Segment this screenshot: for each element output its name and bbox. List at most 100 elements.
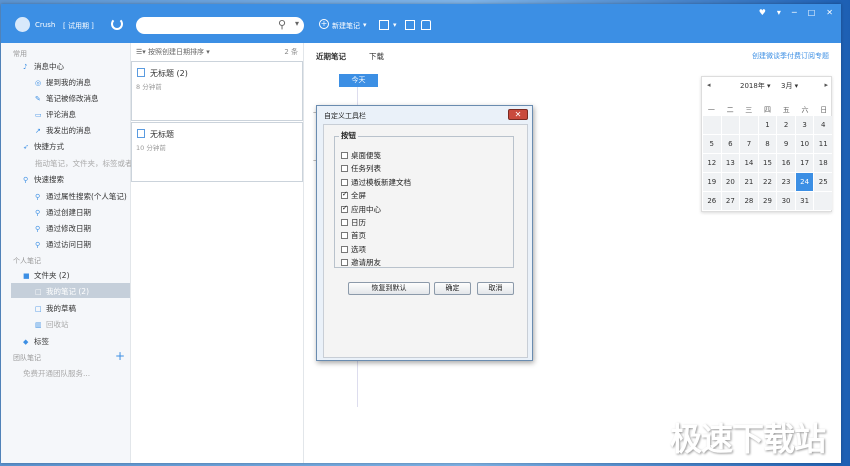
maximize-button[interactable]: □ (808, 8, 816, 17)
calendar-day[interactable]: 12 (703, 154, 721, 172)
fullscreen-dropdown-icon[interactable]: ▾ (393, 21, 397, 29)
sidebar-item-shortcuts[interactable]: ➶ 快捷方式 (23, 140, 64, 153)
new-note-button[interactable]: 新建笔记 (332, 21, 360, 31)
calendar-day[interactable]: 9 (777, 135, 795, 153)
checkbox[interactable] (341, 259, 348, 267)
checkbox[interactable] (341, 165, 348, 173)
list-view-icon[interactable]: ☰▾ (136, 48, 148, 56)
checkbox-option[interactable]: 全屏 (341, 190, 366, 202)
calendar-day[interactable]: 17 (795, 154, 814, 172)
prev-month-icon[interactable]: ◂ (707, 81, 711, 89)
sidebar-item-search-attr[interactable]: ⚲ 通过属性搜索(个人笔记) (35, 190, 127, 203)
checkbox-option[interactable]: 通过模板新建文档 (341, 177, 411, 189)
calendar-day[interactable]: 19 (703, 173, 721, 191)
sidebar-item-by-accessed[interactable]: ⚲ 通过访问日期 (35, 238, 91, 251)
sidebar-item-team-trial[interactable]: 免费开通团队服务... (23, 367, 90, 380)
close-button[interactable]: ✕ (826, 8, 833, 17)
checkbox[interactable] (341, 232, 348, 240)
cancel-button[interactable]: 取消 (477, 282, 514, 295)
sidebar-item-by-modified[interactable]: ⚲ 通过修改日期 (35, 222, 91, 235)
note-card[interactable]: 无标题 (2) 8 分钟前 (131, 61, 303, 121)
calendar-day[interactable]: 2 (777, 116, 795, 134)
calendar-day[interactable]: 7 (740, 135, 758, 153)
menu-icon[interactable]: ▾ (777, 8, 781, 17)
checkbox[interactable] (341, 204, 348, 213)
sidebar-item-sent[interactable]: ↗ 我发出的消息 (35, 124, 91, 137)
checkbox-option[interactable]: 选项 (341, 244, 366, 256)
calendar-day[interactable]: 25 (814, 173, 832, 191)
checkbox[interactable] (341, 178, 348, 186)
sync-icon[interactable] (111, 18, 123, 30)
sidebar-item-note-modified[interactable]: ✎ 笔记被修改消息 (35, 92, 99, 105)
calendar-day[interactable]: 10 (795, 135, 814, 153)
calendar-day[interactable]: 31 (795, 192, 814, 210)
checkbox[interactable] (341, 219, 348, 226)
tab-download[interactable]: 下载 (369, 51, 384, 62)
calendar-day[interactable]: 21 (740, 173, 758, 191)
calendar-day[interactable]: 26 (703, 192, 721, 210)
calendar-day[interactable]: 4 (814, 116, 832, 134)
sort-dropdown[interactable]: ☰▾ 按照创建日期排序 ▾ (136, 47, 301, 57)
new-note-icon[interactable]: + (319, 19, 329, 29)
checkbox[interactable] (341, 245, 348, 253)
note-card[interactable]: 无标题 10 分钟前 (131, 122, 303, 182)
calendar-day[interactable]: 24 (795, 173, 814, 191)
calendar-day[interactable]: 22 (758, 173, 777, 191)
minimize-button[interactable]: ─ (792, 8, 797, 17)
checkbox-option[interactable]: 日历 (341, 217, 366, 229)
checkbox-option[interactable]: 首页 (341, 230, 366, 242)
username[interactable]: Crush (35, 21, 55, 29)
promo-link[interactable]: 创建微谈季付费订阅专题 (752, 51, 829, 61)
sidebar-item-drafts[interactable]: □ 我的草稿 (35, 302, 76, 315)
checkbox-option[interactable]: 邀请朋友 (341, 257, 381, 269)
calendar-day[interactable]: 27 (721, 192, 740, 210)
trial-badge[interactable]: [ 试用期 ] (63, 21, 94, 31)
calendar-day[interactable]: 1 (758, 116, 777, 134)
checkbox[interactable] (341, 190, 348, 200)
fullscreen-icon[interactable] (379, 20, 389, 30)
new-note-dropdown-icon[interactable]: ▾ (363, 21, 367, 29)
calendar-day[interactable]: 11 (814, 135, 832, 153)
sidebar-item-my-notes[interactable]: □ 我的笔记 (2) (35, 285, 89, 298)
ok-button[interactable]: 确定 (434, 282, 471, 295)
calendar-day[interactable]: 3 (795, 116, 814, 134)
sidebar-item-tags[interactable]: ◆ 标签 (23, 335, 49, 348)
calendar-day[interactable]: 6 (721, 135, 740, 153)
calendar-day[interactable]: 5 (703, 135, 721, 153)
search-input[interactable]: ⚲ ▾ (136, 17, 304, 34)
next-month-icon[interactable]: ▸ (824, 81, 828, 89)
skin-icon[interactable]: ♥ (759, 8, 766, 17)
calendar-day[interactable]: 23 (777, 173, 795, 191)
year-select[interactable]: 2018年 ▾ (740, 81, 771, 91)
sidebar-item-mentions[interactable]: ◎ 提到我的消息 (35, 76, 91, 89)
dialog-close-button[interactable]: ✕ (508, 109, 528, 120)
checkbox-option[interactable]: 桌面便笺 (341, 150, 381, 162)
sidebar-item-message-center[interactable]: ♪ 消息中心 (23, 60, 64, 73)
add-team-icon[interactable]: + (115, 349, 125, 363)
calendar-day[interactable]: 16 (777, 154, 795, 172)
calendar-day[interactable]: 29 (758, 192, 777, 210)
sidebar-item-quick-search[interactable]: ⚲ 快速搜索 (23, 173, 64, 186)
calendar-day[interactable]: 18 (814, 154, 832, 172)
sidebar-item-comments[interactable]: ▭ 评论消息 (35, 108, 76, 121)
month-select[interactable]: 3月 ▾ (781, 81, 798, 91)
checkbox[interactable] (341, 152, 348, 159)
reset-default-button[interactable]: 恢复到默认 (348, 282, 430, 295)
tab-recent[interactable]: 近期笔记 (316, 51, 346, 62)
checkbox-option[interactable]: 应用中心 (341, 204, 381, 216)
sidebar-item-trash[interactable]: ▥ 回收站 (35, 318, 69, 331)
calendar-day[interactable]: 28 (740, 192, 758, 210)
checkbox-option[interactable]: 任务列表 (341, 163, 381, 175)
calendar-day[interactable]: 13 (721, 154, 740, 172)
calendar-day[interactable]: 30 (777, 192, 795, 210)
calendar-day[interactable]: 8 (758, 135, 777, 153)
avatar[interactable] (15, 17, 30, 32)
calendar-day[interactable]: 14 (740, 154, 758, 172)
sidebar-item-folders[interactable]: ■ 文件夹 (2) (23, 269, 70, 282)
sidebar-item-by-created[interactable]: ⚲ 通过创建日期 (35, 206, 91, 219)
search-icon[interactable]: ⚲ (278, 18, 286, 31)
home-icon[interactable] (421, 20, 431, 30)
calendar-day[interactable]: 15 (758, 154, 777, 172)
calendar-day[interactable]: 20 (721, 173, 740, 191)
app-center-icon[interactable] (405, 20, 415, 30)
